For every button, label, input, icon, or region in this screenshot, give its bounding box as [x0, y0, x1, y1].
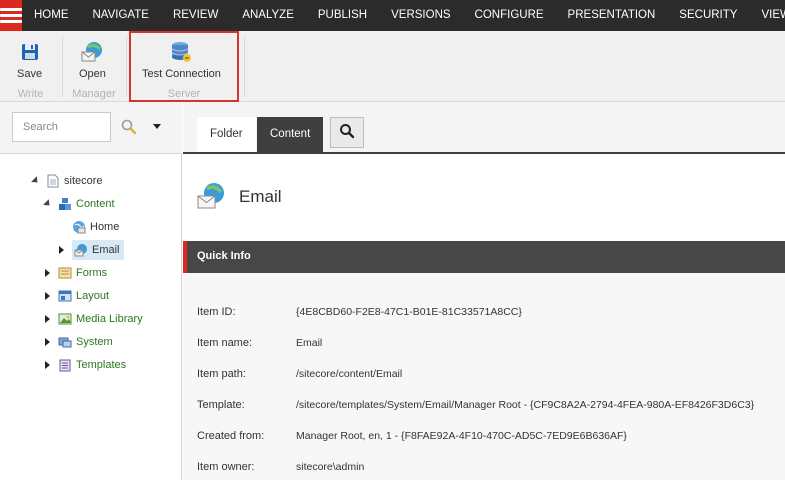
tree-node-label: Home: [90, 221, 120, 233]
quick-info-section-header[interactable]: Quick Info: [183, 241, 785, 273]
tree-node-label: Layout: [76, 290, 110, 302]
info-row-item-id: Item ID: {4E8CBD60-F2E8-47C1-B01E-81C335…: [183, 304, 785, 320]
email-manager-icon: [80, 40, 104, 64]
tree-node-label: System: [76, 336, 113, 348]
search-input[interactable]: [12, 112, 111, 142]
info-value: sitecore\admin: [296, 461, 365, 473]
expand-chevron-icon[interactable]: [57, 246, 65, 254]
nav-tab-home[interactable]: HOME: [22, 0, 81, 31]
tab-folder[interactable]: Folder: [197, 117, 256, 152]
nav-tab-publish[interactable]: PUBLISH: [306, 0, 379, 31]
open-manager-button[interactable]: Open: [79, 40, 106, 80]
info-key: Item owner:: [197, 461, 255, 473]
search-icon[interactable]: [121, 119, 137, 138]
info-key: Item path:: [197, 368, 246, 380]
search-icon: [339, 123, 355, 142]
info-key: Item ID:: [197, 306, 236, 318]
tree-node-home[interactable]: Home: [57, 217, 119, 237]
save-label: Save: [17, 68, 43, 80]
tree-node-sitecore[interactable]: sitecore: [31, 171, 103, 191]
info-key: Created from:: [197, 430, 265, 442]
info-row-item-path: Item path: /sitecore/content/Email: [183, 366, 785, 382]
ribbon-chunk-write: Save Write: [0, 31, 61, 102]
ribbon-separator: [126, 36, 127, 97]
info-value: /sitecore/templates/System/Email/Manager…: [296, 399, 755, 411]
ribbon-chunk-manager: Open Manager: [63, 31, 125, 102]
tree-node-label: Templates: [76, 359, 127, 371]
info-value: /sitecore/content/Email: [296, 368, 403, 380]
ribbon: Save Write Open Manager Test Connection …: [0, 31, 785, 102]
expand-chevron-icon[interactable]: [43, 269, 51, 277]
search-options-chevron-down-icon[interactable]: [153, 124, 161, 129]
tree-node-layout[interactable]: Layout: [43, 286, 109, 306]
info-key: Template:: [197, 399, 245, 411]
collapse-chevron-icon[interactable]: [31, 175, 41, 185]
nav-tab-review[interactable]: REVIEW: [161, 0, 230, 31]
tab-content[interactable]: Content: [257, 117, 324, 152]
info-value: {4E8CBD60-F2E8-47C1-B01E-81C33571A8CC}: [296, 306, 522, 318]
info-row-created-from: Created from: Manager Root, en, 1 - {F8F…: [183, 428, 785, 444]
search-tab-button[interactable]: [330, 117, 364, 148]
save-button[interactable]: Save: [17, 40, 42, 80]
ribbon-separator: [244, 36, 245, 97]
info-row-item-name: Item name: Email: [183, 335, 785, 351]
section-title: Quick Info: [197, 250, 251, 262]
item-title: Email: [239, 187, 282, 206]
tree-node-label: sitecore: [64, 175, 103, 187]
image-icon: [58, 312, 72, 326]
tree-node-content[interactable]: Content: [43, 194, 115, 214]
expand-chevron-icon[interactable]: [43, 292, 51, 300]
tree-node-label: Forms: [76, 267, 108, 279]
email-icon: [197, 182, 225, 213]
hamburger-menu-icon[interactable]: [0, 0, 22, 31]
info-value: Manager Root, en, 1 - {F8FAE92A-4F10-470…: [296, 430, 627, 442]
tree-node-label: Content: [76, 198, 115, 210]
chunk-title-manager: Manager: [72, 88, 116, 100]
open-label: Open: [79, 68, 106, 80]
tree-node-templates[interactable]: Templates: [43, 355, 126, 375]
document-icon: [46, 174, 60, 188]
quick-info-panel: Item ID: {4E8CBD60-F2E8-47C1-B01E-81C335…: [183, 273, 785, 480]
collapse-chevron-icon[interactable]: [43, 198, 53, 208]
tree-node-label: Media Library: [76, 313, 143, 325]
info-row-template: Template: /sitecore/templates/System/Ema…: [183, 397, 785, 413]
ribbon-tabs: HOME NAVIGATE REVIEW ANALYZE PUBLISH VER…: [22, 0, 785, 31]
selected-node-highlight: Email: [72, 240, 124, 260]
nav-tab-configure[interactable]: CONFIGURE: [463, 0, 556, 31]
system-icon: [58, 335, 72, 349]
chunk-title-write: Write: [17, 88, 44, 100]
templates-icon: [58, 358, 72, 372]
expand-chevron-icon[interactable]: [43, 315, 51, 323]
nav-tab-navigate[interactable]: NAVIGATE: [81, 0, 161, 31]
tree-search-bar: [0, 102, 182, 154]
info-key: Item name:: [197, 337, 253, 349]
cubes-icon: [58, 197, 72, 211]
tree-node-system[interactable]: System: [43, 332, 113, 352]
info-row-item-owner: Item owner: sitecore\admin: [183, 459, 785, 475]
highlight-box: [129, 31, 239, 102]
nav-tab-view[interactable]: VIEW: [749, 0, 785, 31]
nav-tab-analyze[interactable]: ANALYZE: [230, 0, 306, 31]
globe-icon: [72, 220, 86, 234]
nav-tab-presentation[interactable]: PRESENTATION: [556, 0, 668, 31]
tree-node-email[interactable]: Email: [57, 240, 124, 260]
nav-tab-security[interactable]: SECURITY: [667, 0, 749, 31]
nav-tab-versions[interactable]: VERSIONS: [379, 0, 462, 31]
tree-node-forms[interactable]: Forms: [43, 263, 107, 283]
expand-chevron-icon[interactable]: [43, 361, 51, 369]
content-editor: Folder Content Email Quick Info Item ID:…: [183, 102, 785, 480]
content-tree-panel: sitecore Content Home Email: [0, 102, 182, 480]
save-icon: [18, 40, 42, 64]
layout-icon: [58, 289, 72, 303]
expand-chevron-icon[interactable]: [43, 338, 51, 346]
top-navigation: HOME NAVIGATE REVIEW ANALYZE PUBLISH VER…: [0, 0, 785, 31]
forms-icon: [58, 266, 72, 280]
email-icon: [74, 243, 88, 257]
tree-node-media-library[interactable]: Media Library: [43, 309, 143, 329]
tree-node-label: Email: [92, 244, 120, 256]
info-value: Email: [296, 337, 323, 349]
item-header: Email: [183, 154, 785, 241]
editor-tabs: Folder Content: [183, 102, 785, 154]
